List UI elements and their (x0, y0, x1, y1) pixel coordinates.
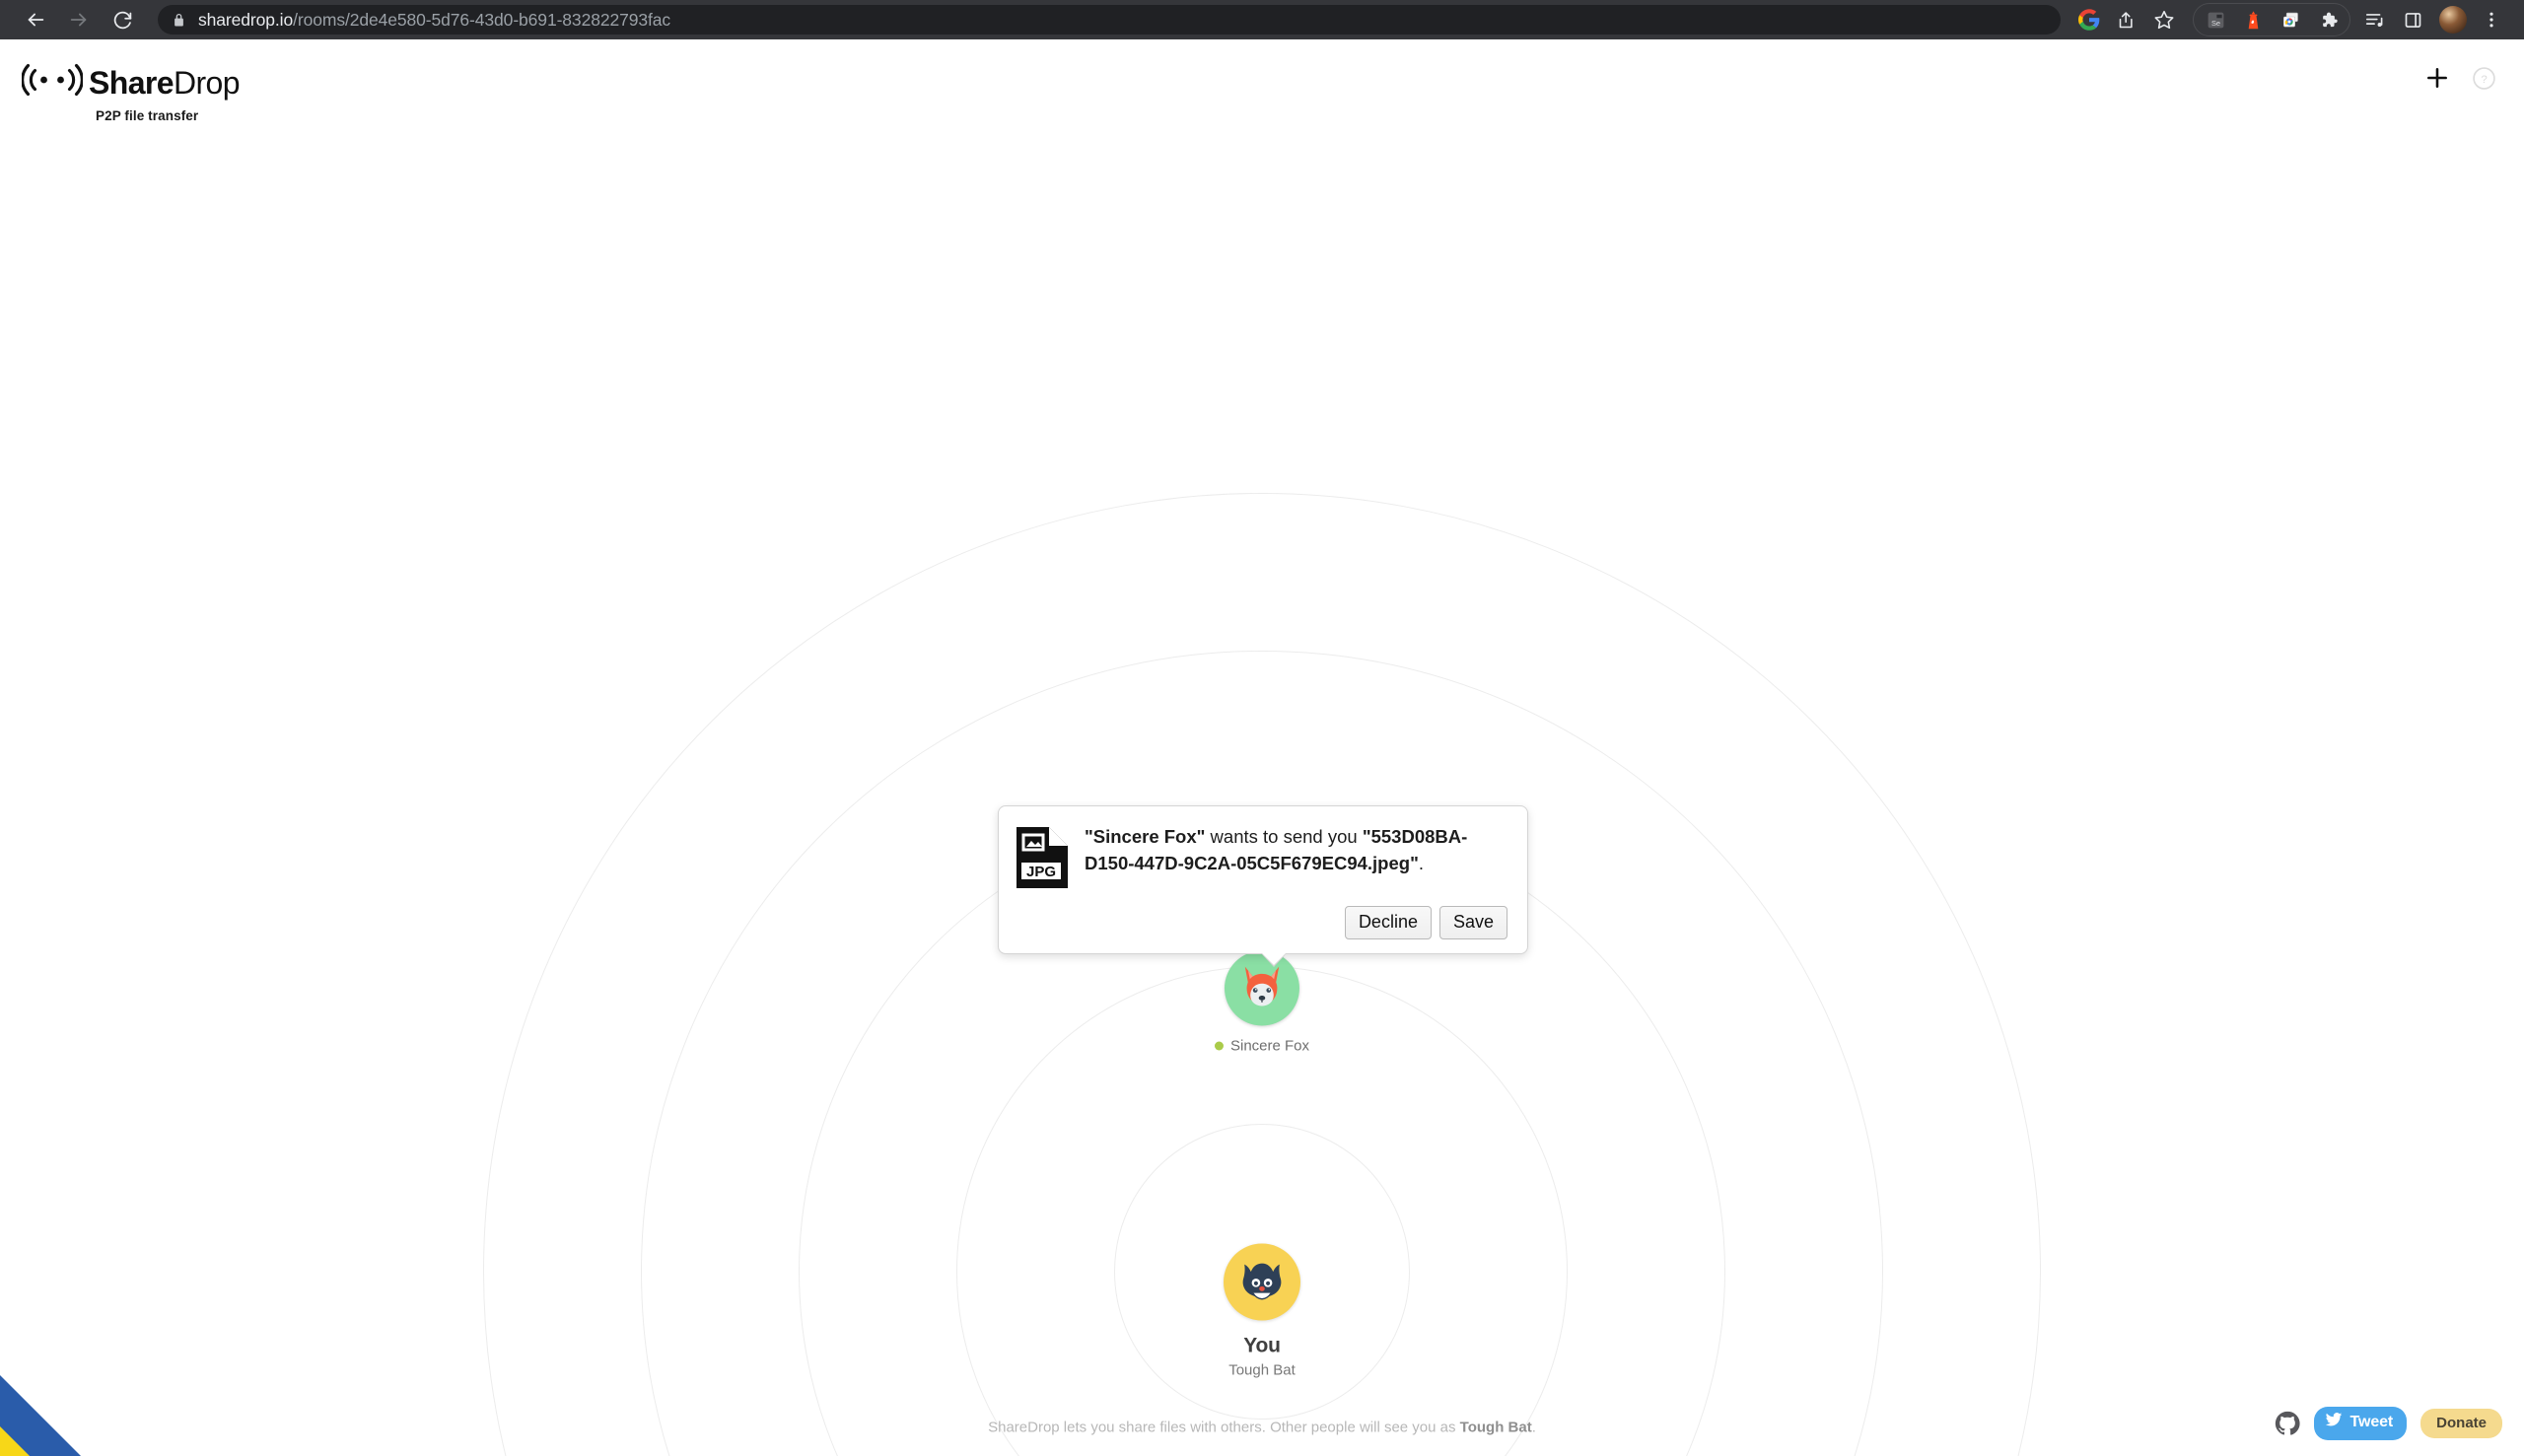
jpg-file-icon: JPG (1017, 827, 1068, 893)
tweet-button[interactable]: Tweet (2314, 1407, 2408, 1440)
forward-arrow-icon (68, 9, 90, 31)
google-profile-icon[interactable] (2070, 1, 2108, 38)
lighthouse-extension-icon[interactable] (2234, 1, 2272, 38)
selenium-extension-icon[interactable]: Se (2197, 1, 2234, 38)
decline-button[interactable]: Decline (1344, 906, 1432, 939)
status-dot (1214, 1041, 1224, 1051)
bat-avatar-icon (1232, 1250, 1292, 1314)
you-avatar[interactable] (1224, 1243, 1300, 1321)
sharedrop-logo[interactable]: ShareDrop P2P file transfer (21, 61, 241, 123)
logo-share-text: Share (89, 64, 175, 101)
forward-button[interactable] (57, 0, 101, 39)
reload-icon (112, 10, 133, 31)
dialog-period: . (1418, 852, 1424, 873)
help-question-icon[interactable]: ? (2472, 66, 2496, 91)
hint-name: Tough Bat (1459, 1419, 1532, 1436)
svg-text:Se: Se (2210, 18, 2219, 27)
browser-toolbar: sharedrop.io/rooms/2de4e580-5d76-43d0-b6… (0, 0, 2524, 39)
dialog-message: "Sincere Fox" wants to send you "553D08B… (1085, 824, 1507, 877)
lock-icon (172, 13, 186, 28)
url-path: /rooms/2de4e580-5d76-43d0-b691-832822793… (293, 9, 671, 30)
url-domain: sharedrop.io (198, 9, 294, 30)
github-icon[interactable] (2275, 1411, 2301, 1436)
profile-avatar-icon[interactable] (2439, 6, 2467, 34)
svg-text:?: ? (2481, 74, 2487, 86)
extensions-group: Se (2193, 3, 2350, 36)
side-panel-icon[interactable] (2394, 1, 2431, 38)
hint-text: ShareDrop lets you share files with othe… (988, 1420, 1536, 1436)
chrome-menu-icon[interactable] (2473, 1, 2510, 38)
logo-tagline: P2P file transfer (96, 108, 199, 123)
chrome-capture-extension-icon[interactable] (2272, 1, 2309, 38)
twitter-bird-icon (2325, 1411, 2343, 1435)
back-arrow-icon (25, 9, 46, 31)
dialog-sender: "Sincere Fox" (1085, 826, 1206, 847)
logo-drop-text: Drop (173, 64, 241, 101)
dialog-middle: wants to send you (1205, 826, 1363, 847)
peer-label: Sincere Fox (1214, 1037, 1310, 1055)
bookmark-star-icon[interactable] (2145, 1, 2183, 38)
toolbar-icons: Se (2070, 1, 2510, 38)
wifi-waves-icon (21, 61, 84, 104)
dialog-actions: Decline Save (1017, 906, 1507, 939)
hint-suffix: . (1531, 1419, 1536, 1436)
plus-icon[interactable] (2424, 65, 2450, 91)
sharedrop-page: ShareDrop P2P file transfer ? JPG "Since… (0, 39, 2524, 1456)
peer-name: Sincere Fox (1229, 1037, 1310, 1055)
tweet-label: Tweet (2349, 1414, 2394, 1431)
donate-button[interactable]: Donate (2420, 1408, 2502, 1439)
svg-text:JPG: JPG (1026, 864, 1056, 880)
address-bar[interactable]: sharedrop.io/rooms/2de4e580-5d76-43d0-b6… (158, 5, 2061, 35)
reading-list-icon[interactable] (2356, 1, 2394, 38)
save-button[interactable]: Save (1438, 906, 1507, 939)
you-name: Tough Bat (1228, 1361, 1296, 1379)
you-title: You (1243, 1334, 1281, 1357)
app-header: ShareDrop P2P file transfer ? (0, 39, 2524, 128)
file-transfer-dialog: JPG "Sincere Fox" wants to send you "553… (998, 805, 1528, 966)
footer-social: Tweet Donate (2275, 1407, 2502, 1440)
header-actions: ? (2424, 61, 2496, 91)
share-icon[interactable] (2108, 1, 2145, 38)
hint-prefix: ShareDrop lets you share files with othe… (988, 1419, 1460, 1436)
reload-button[interactable] (101, 0, 144, 39)
puzzle-extensions-icon[interactable] (2309, 1, 2347, 38)
back-button[interactable] (14, 0, 57, 39)
you-block[interactable]: You Tough Bat (1224, 1243, 1300, 1379)
